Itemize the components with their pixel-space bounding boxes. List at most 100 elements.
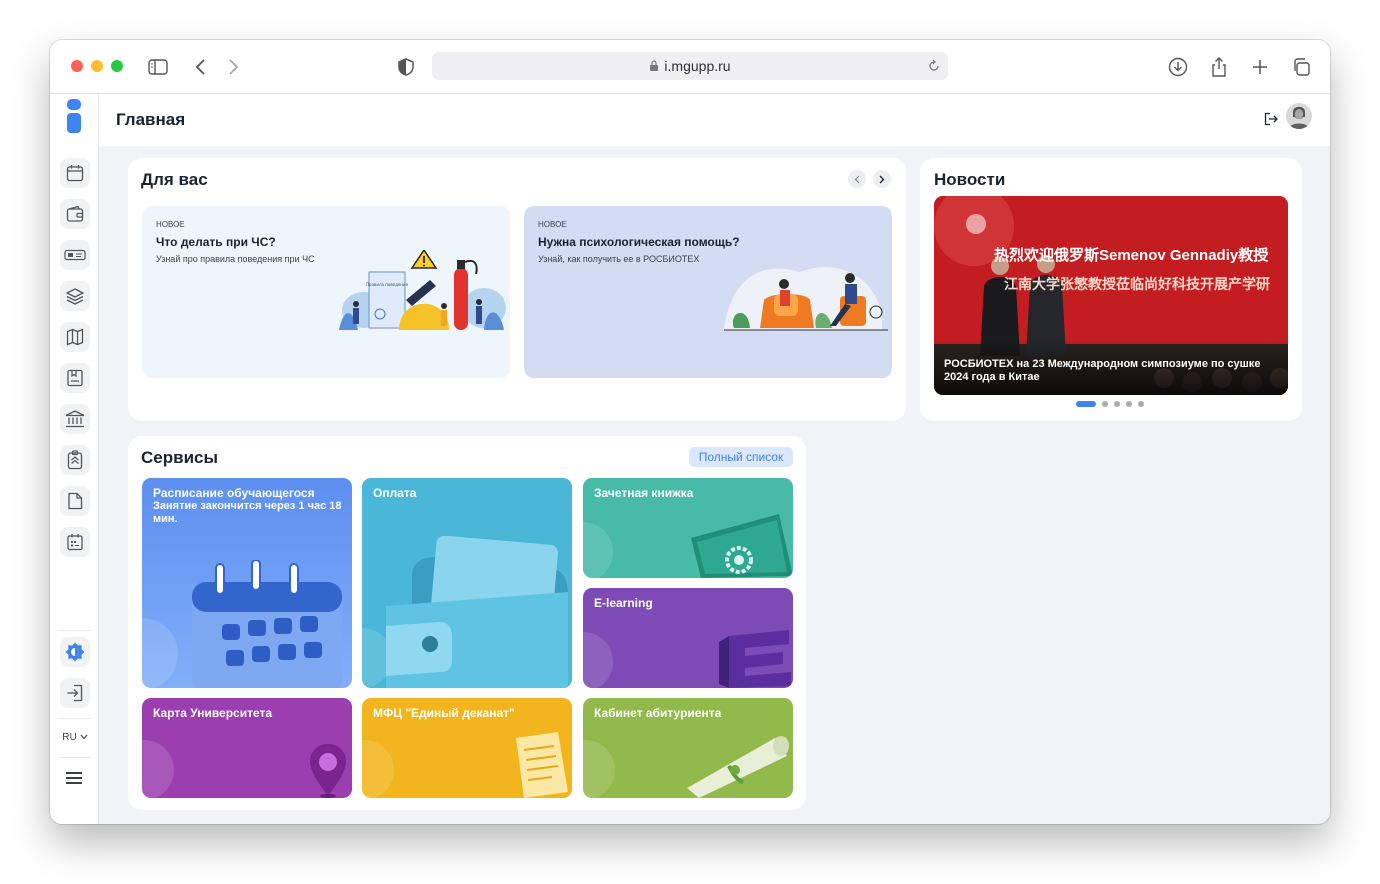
card-title: Нужна психологическая помощь? (538, 235, 740, 249)
sidebar-toggle-icon[interactable] (147, 56, 169, 78)
sidebar-item-elearning[interactable] (60, 281, 90, 311)
new-badge: НОВОЕ (156, 220, 185, 229)
shield-icon[interactable] (395, 56, 417, 78)
logout-icon (1264, 112, 1278, 126)
menu-button[interactable] (65, 771, 83, 790)
address-bar[interactable]: i.mgupp.ru (432, 52, 948, 80)
document-icon (68, 492, 83, 510)
card-title: Что делать при ЧС? (156, 235, 276, 249)
service-label: Кабинет абитуриента (594, 706, 722, 720)
chevron-left-icon (854, 175, 860, 183)
news-dot[interactable] (1138, 401, 1144, 407)
schedule-status: Занятие закончится через 1 час 18 мин. (153, 500, 342, 525)
services-section: Сервисы Полный список Расписание обучающ… (128, 436, 806, 810)
for-you-card-psychology[interactable]: НОВОЕ Нужна психологическая помощь? Узна… (524, 206, 892, 378)
language-select[interactable]: RU (58, 725, 92, 749)
emergency-illustration: Правила поведения (339, 250, 506, 330)
close-window-button[interactable] (71, 60, 83, 72)
browser-toolbar: i.mgupp.ru (50, 40, 1330, 94)
poster-text: Правила поведения (366, 282, 409, 287)
layers-icon (66, 288, 84, 305)
news-title: Новости (934, 170, 1006, 189)
sidebar-item-university[interactable] (60, 404, 90, 434)
language-value: RU (62, 731, 77, 743)
news-dot[interactable] (1102, 401, 1108, 407)
avatar[interactable] (1286, 103, 1312, 129)
service-payment[interactable]: Оплата (362, 478, 572, 688)
logout-button[interactable] (1264, 112, 1278, 131)
zoom-window-button[interactable] (111, 60, 123, 72)
download-icon[interactable] (1167, 56, 1189, 78)
record-book-illustration (691, 514, 793, 578)
calendar-icon (66, 165, 84, 182)
service-schedule[interactable]: Расписание обучающегося Занятие закончит… (142, 478, 352, 688)
for-you-title: Для вас (141, 170, 208, 189)
badge-icon (67, 450, 83, 470)
psychology-illustration (724, 267, 888, 331)
share-icon[interactable] (1208, 56, 1230, 78)
service-applicant[interactable]: Кабинет абитуриента (583, 698, 793, 798)
carousel-next-button[interactable] (873, 170, 891, 188)
sidebar-item-gradebook[interactable] (60, 363, 90, 393)
sidebar-item-map[interactable] (60, 322, 90, 352)
service-mfc[interactable]: МФЦ "Единый деканат" (362, 698, 572, 798)
sidebar-item-payment[interactable] (60, 199, 90, 229)
chevron-right-icon (879, 175, 885, 183)
chevron-down-icon (80, 734, 88, 740)
service-label: Оплата (373, 486, 417, 500)
reload-icon[interactable] (928, 60, 940, 72)
sign-in-icon (67, 684, 83, 702)
minimize-window-button[interactable] (91, 60, 103, 72)
new-tab-icon[interactable] (1249, 56, 1271, 78)
service-label: Расписание обучающегося (153, 486, 315, 500)
news-dot[interactable] (1114, 401, 1120, 407)
lock-icon (650, 60, 659, 71)
news-dot[interactable] (1126, 401, 1132, 407)
url-text: i.mgupp.ru (664, 58, 731, 74)
sidebar-item-schedule[interactable] (60, 158, 90, 188)
sidebar-item-requests[interactable] (60, 527, 90, 557)
news-banner-line2: 江南大学张慜教授莅临尚好科技开展产学研 (1004, 276, 1270, 292)
diploma-scroll-illustration (687, 736, 789, 798)
news-banner-line1: 热烈欢迎俄罗斯Semenov Gennadiy教授 (994, 247, 1269, 264)
tab-overview-icon[interactable] (1290, 56, 1312, 78)
sidebar-item-applicant[interactable] (60, 445, 90, 475)
for-you-section: Для вас НОВОЕ Что делать при ЧС? Узнай п… (128, 158, 906, 421)
app-logo[interactable] (67, 99, 81, 138)
full-list-link[interactable]: Полный список (689, 447, 793, 467)
map-icon (66, 328, 84, 346)
back-icon[interactable] (190, 56, 212, 78)
page-header: Главная (99, 94, 1330, 146)
id-card-icon (64, 249, 86, 261)
wallet-illustration (386, 536, 568, 688)
map-pin-illustration (310, 744, 346, 798)
document-illustration (516, 732, 568, 798)
news-dot-active[interactable] (1076, 401, 1096, 407)
forward-icon[interactable] (222, 56, 244, 78)
theme-toggle[interactable] (60, 637, 90, 667)
sidebar: RU (50, 94, 99, 824)
news-caption: РОСБИОТЕХ на 23 Международном симпозиуме… (944, 358, 1261, 383)
services-title: Сервисы (141, 448, 218, 467)
news-slide[interactable]: 热烈欢迎俄罗斯Semenov Gennadiy教授 江南大学张慜教授莅临尚好科技… (934, 196, 1288, 395)
for-you-card-emergency[interactable]: НОВОЕ Что делать при ЧС? Узнай про прави… (142, 206, 510, 378)
clipboard-calendar-icon (67, 534, 83, 551)
news-section: Новости 热烈欢迎俄罗斯Semenov Gennadiy教授 江南大学张慜… (920, 158, 1302, 421)
login-button[interactable] (60, 678, 90, 708)
service-gradebook[interactable]: Зачетная книжка (583, 478, 793, 578)
carousel-prev-button[interactable] (848, 170, 866, 188)
sidebar-divider (58, 630, 91, 631)
service-university-map[interactable]: Карта Университета (142, 698, 352, 798)
service-label: E-learning (594, 596, 653, 610)
service-label: Карта Университета (153, 706, 273, 720)
wallet-icon (66, 205, 84, 222)
e-letter-illustration (719, 630, 791, 688)
card-subtitle: Узнай, как получить ее в РОСБИОТЕХ (538, 254, 700, 264)
sidebar-item-student-card[interactable] (60, 240, 90, 270)
service-elearning[interactable]: E-learning (583, 588, 793, 688)
sidebar-divider (58, 718, 91, 719)
record-book-icon (67, 369, 83, 387)
sidebar-item-documents[interactable] (60, 486, 90, 516)
calendar-illustration (192, 560, 342, 688)
bank-icon (65, 410, 85, 428)
